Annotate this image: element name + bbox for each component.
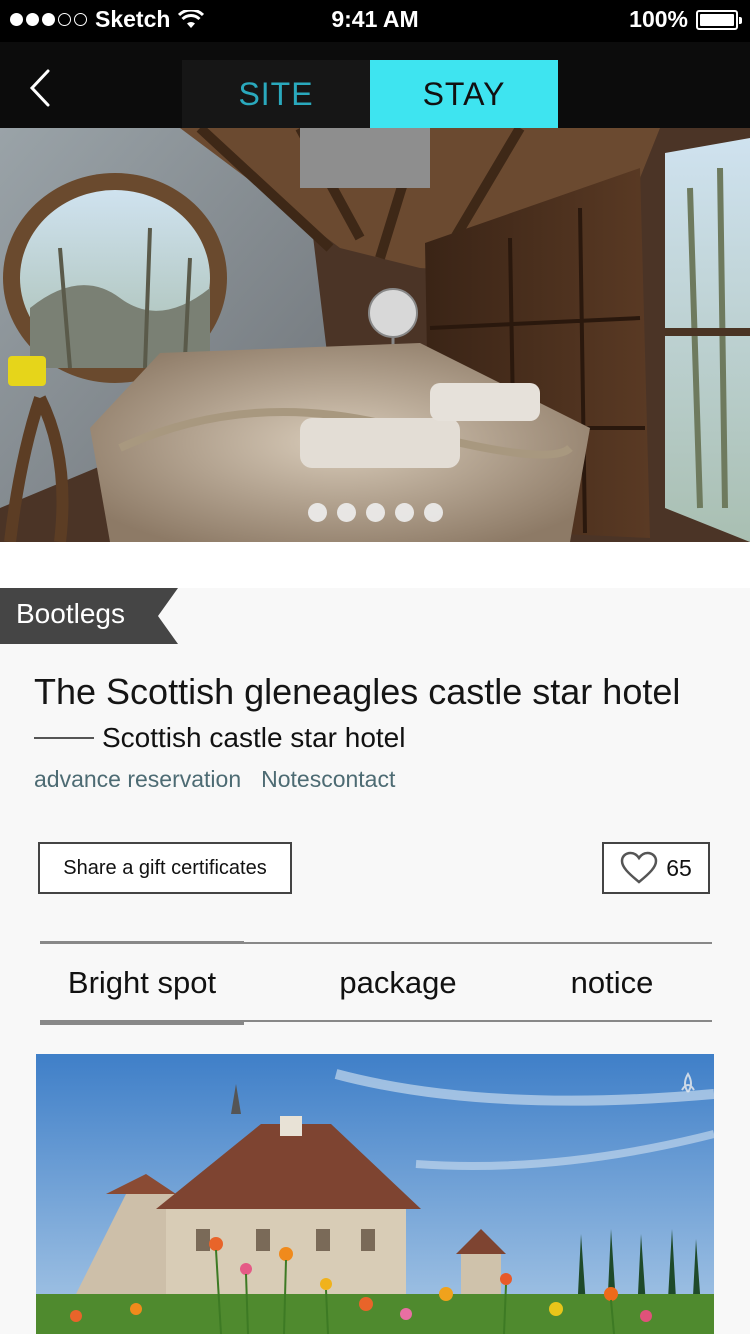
- pager-dot[interactable]: [307, 503, 327, 522]
- back-chevron-icon[interactable]: [26, 68, 56, 108]
- hotel-title: The Scottish gleneagles castle star hote…: [34, 671, 681, 712]
- section-tabs: Bright spot package notice: [40, 941, 712, 1025]
- heart-icon: [620, 851, 658, 884]
- advance-reservation-link[interactable]: advance reservation: [34, 766, 241, 793]
- notes-contact-link[interactable]: Notescontact: [261, 766, 395, 793]
- status-bar: Sketch 9:41 AM 100%: [0, 0, 750, 42]
- castle-photo[interactable]: [36, 1054, 714, 1334]
- treehouse-room-image: [0, 128, 750, 542]
- pager-dot[interactable]: [423, 503, 443, 522]
- battery-group: 100%: [629, 6, 742, 33]
- hotel-subtitle-row: Scottish castle star hotel: [34, 722, 405, 754]
- nav-bar: SITE STAY: [0, 42, 750, 128]
- pager-dot[interactable]: [394, 503, 414, 522]
- tab-site[interactable]: SITE: [182, 60, 370, 128]
- tab-package[interactable]: package: [284, 944, 512, 1022]
- hero-image[interactable]: [0, 128, 750, 542]
- battery-percent: 100%: [629, 6, 688, 32]
- segmented-control: SITE STAY: [182, 60, 558, 128]
- like-button[interactable]: 65: [602, 842, 710, 894]
- hotel-subtitle: Scottish castle star hotel: [102, 722, 406, 753]
- info-links: advance reservation Notescontact: [34, 766, 395, 793]
- battery-icon: [696, 9, 742, 30]
- ribbon-label: Bootlegs: [16, 598, 125, 629]
- pager-dot[interactable]: [365, 503, 385, 522]
- divider-line: [34, 737, 94, 739]
- tab-notice[interactable]: notice: [512, 944, 712, 1022]
- tab-bright-spot[interactable]: Bright spot: [40, 941, 244, 1025]
- share-gift-button[interactable]: Share a gift certificates: [38, 842, 292, 894]
- castle-image: [36, 1054, 714, 1334]
- tab-stay[interactable]: STAY: [370, 60, 558, 128]
- carousel-pager[interactable]: [0, 503, 750, 522]
- pager-dot[interactable]: [336, 503, 356, 522]
- like-count: 65: [666, 854, 692, 881]
